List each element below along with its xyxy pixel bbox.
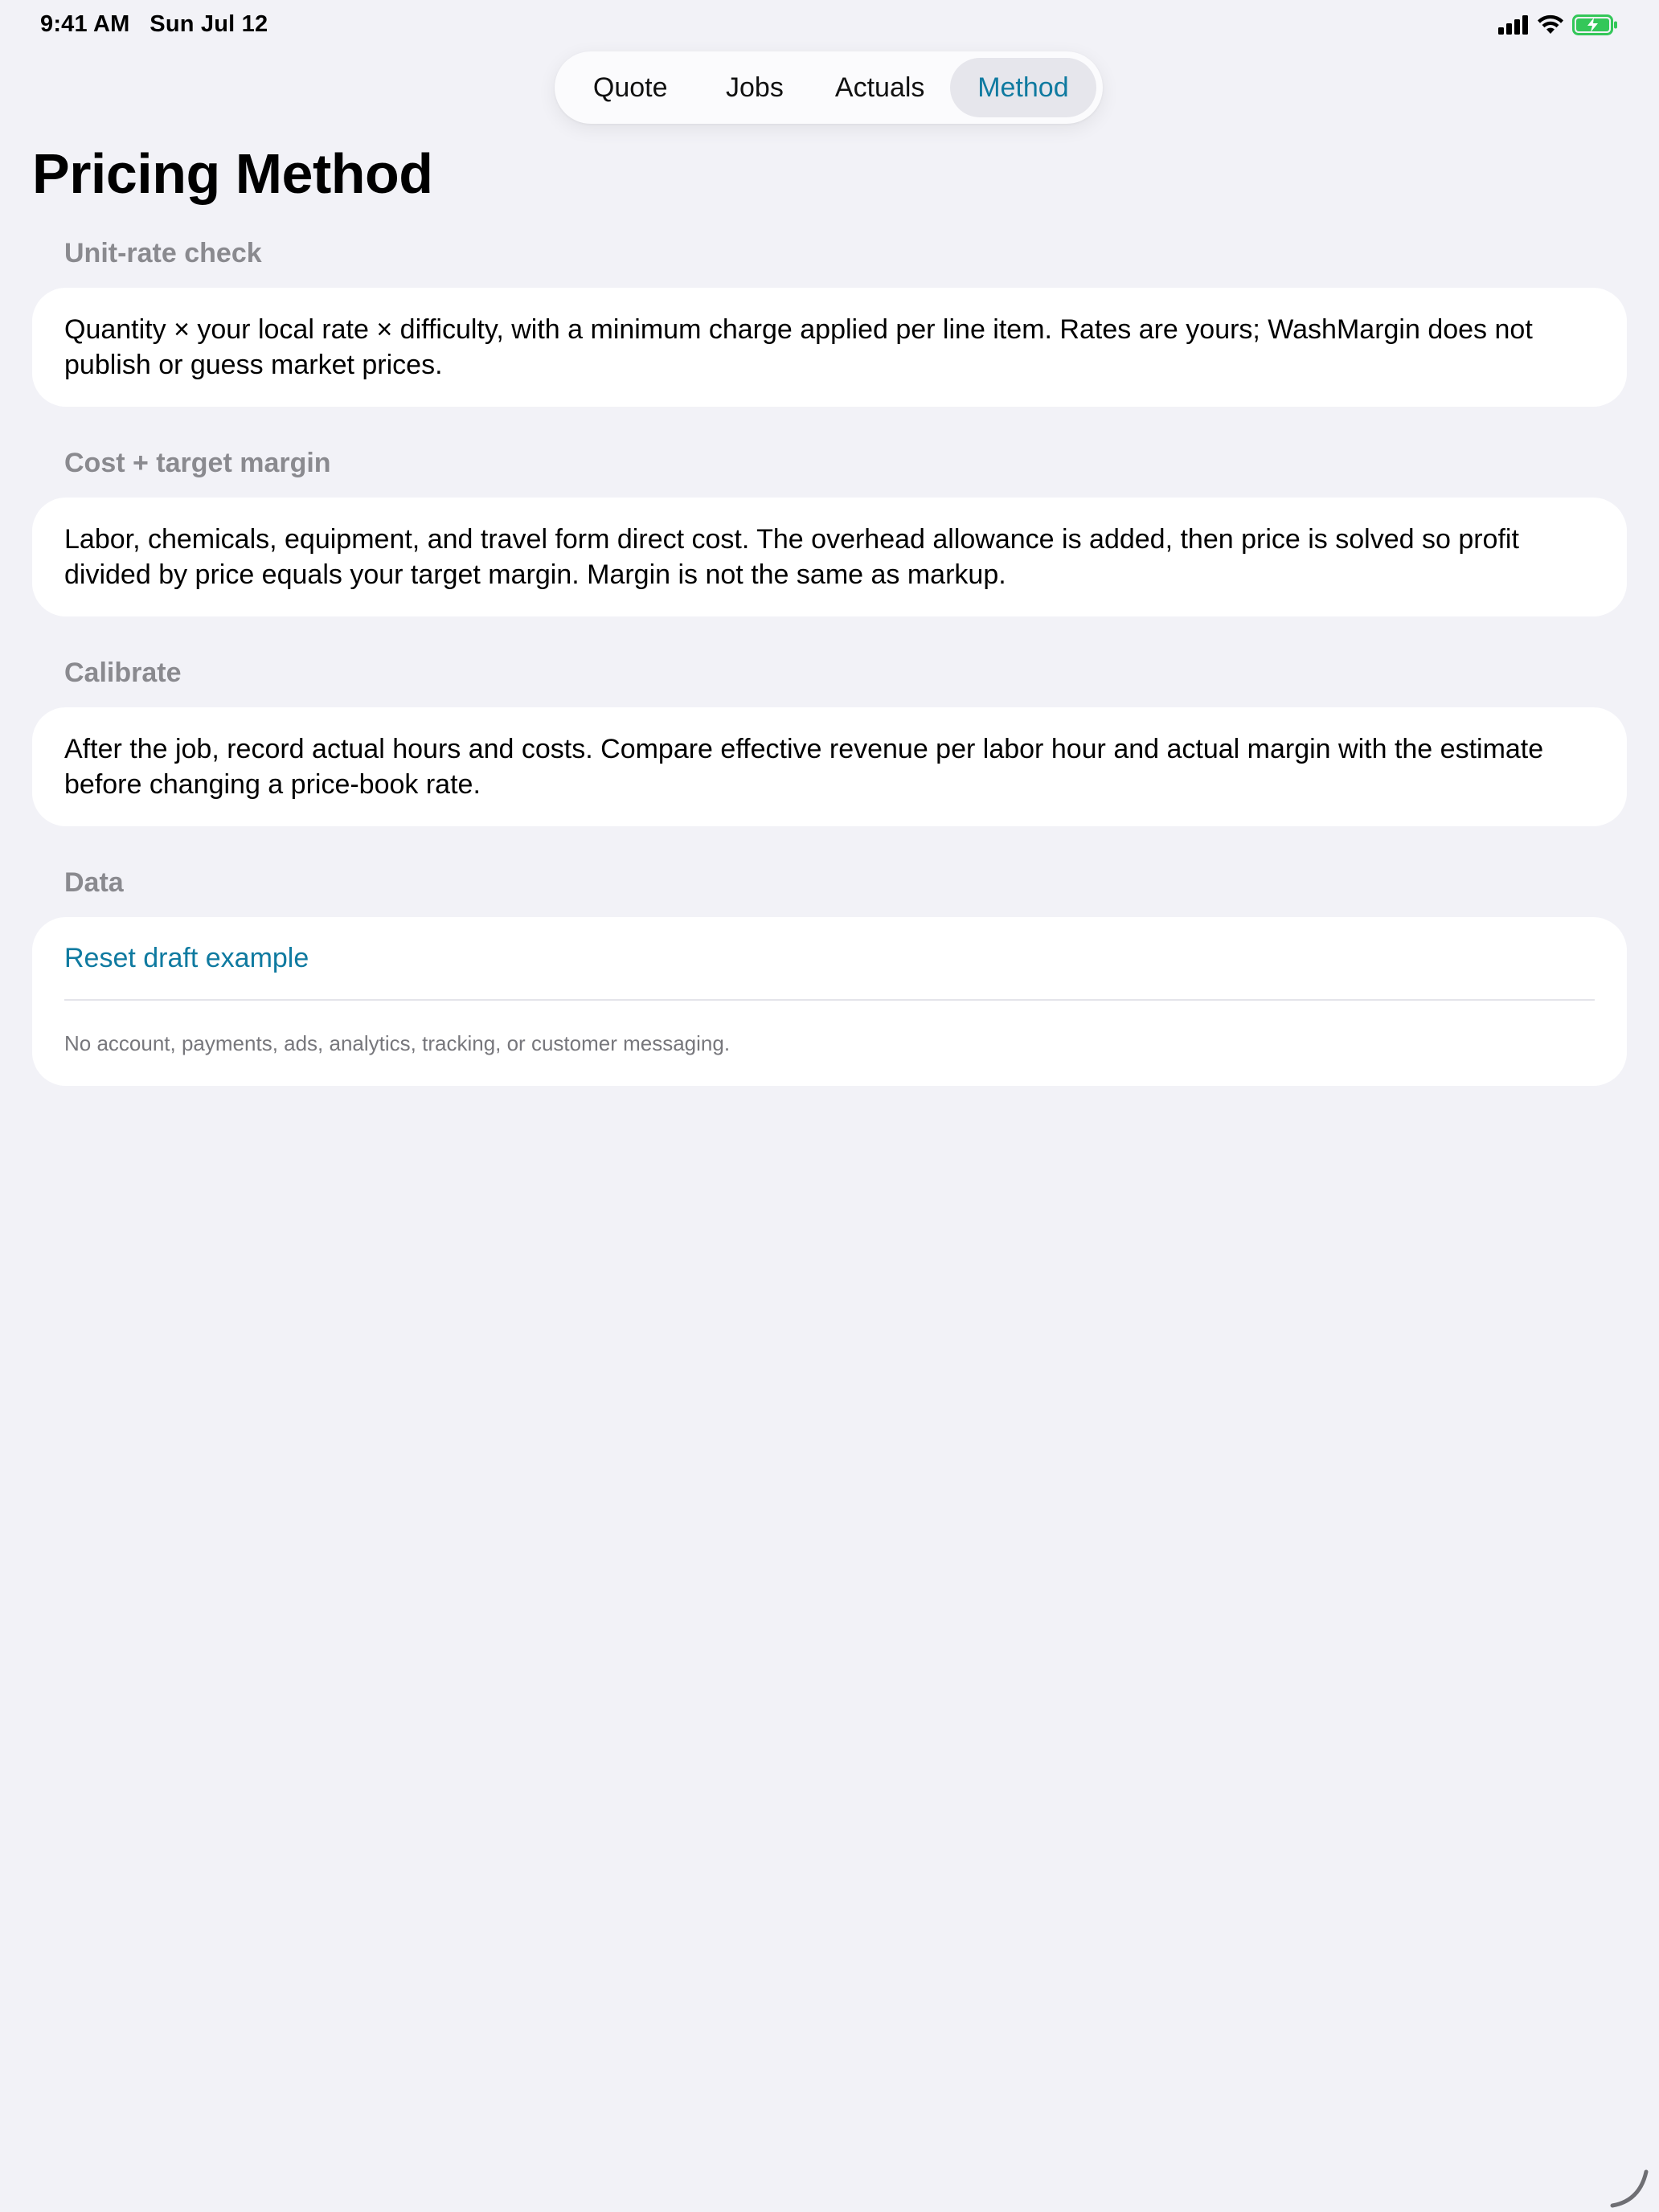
reset-draft-example-button[interactable]: Reset draft example [64, 917, 1595, 999]
cellular-signal-icon [1498, 15, 1528, 35]
tab-method[interactable]: Method [949, 58, 1096, 117]
status-bar: 9:41 AM Sun Jul 12 [0, 0, 1659, 51]
pricing-method-screen: 9:41 AM Sun Jul 12 Quote Jobs Actuals Me… [0, 0, 1659, 2212]
section-header-data: Data [64, 867, 124, 898]
card-cost-margin: Labor, chemicals, equipment, and travel … [32, 498, 1627, 616]
tab-jobs[interactable]: Jobs [699, 58, 809, 117]
wifi-icon [1538, 14, 1563, 34]
corner-grabber-icon[interactable] [1608, 2165, 1651, 2209]
cost-margin-description: Labor, chemicals, equipment, and travel … [64, 524, 1519, 590]
tab-actuals[interactable]: Actuals [810, 58, 950, 117]
page-title: Pricing Method [32, 142, 433, 205]
battery-charging-icon [1572, 14, 1617, 35]
tab-quote[interactable]: Quote [561, 58, 699, 117]
privacy-footnote: No account, payments, ads, analytics, tr… [64, 1030, 731, 1055]
card-data: Reset draft example No account, payments… [32, 917, 1627, 1086]
status-icons [1498, 14, 1619, 35]
card-unit-rate: Quantity × your local rate × difficulty,… [32, 288, 1627, 407]
unit-rate-description: Quantity × your local rate × difficulty,… [64, 314, 1533, 380]
section-header-calibrate: Calibrate [64, 657, 182, 688]
tab-bar: Quote Jobs Actuals Method [555, 51, 1103, 124]
status-time-date: 9:41 AM Sun Jul 12 [40, 11, 268, 37]
section-header-cost-margin: Cost + target margin [64, 448, 331, 478]
section-header-unit-rate: Unit-rate check [64, 238, 262, 268]
calibrate-description: After the job, record actual hours and c… [64, 734, 1544, 800]
card-calibrate: After the job, record actual hours and c… [32, 707, 1627, 826]
